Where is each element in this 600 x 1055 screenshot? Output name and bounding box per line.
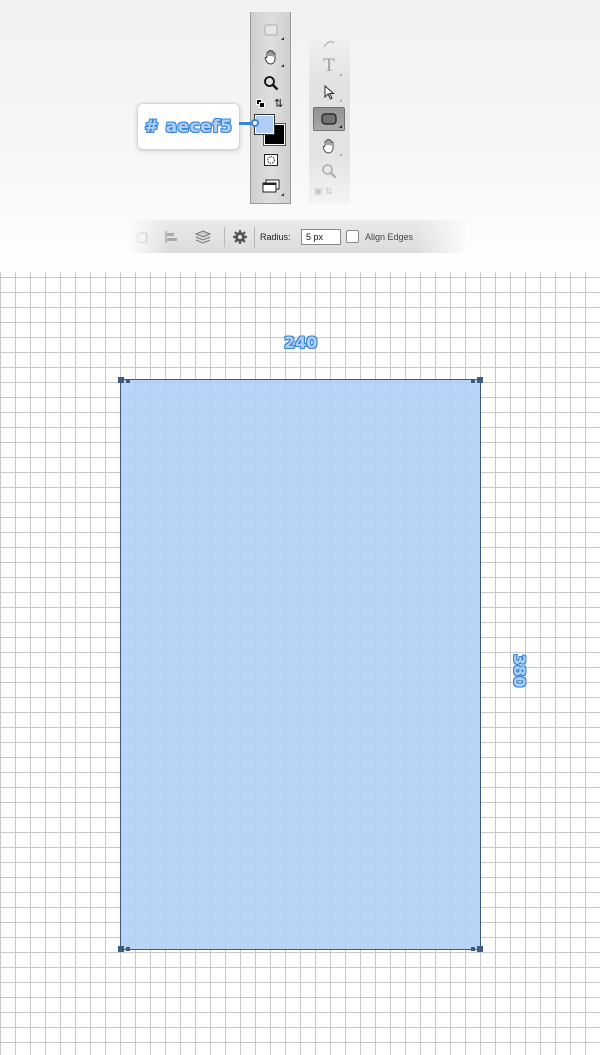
radius-label: Radius: [260,232,291,242]
type-tool-icon[interactable]: T [318,56,342,76]
path-operations-icon[interactable]: ▢ [136,220,148,254]
anchor-point[interactable] [126,379,130,383]
anchor-point[interactable] [118,946,124,952]
path-selection-tool-icon[interactable] [318,82,342,102]
tools-panel: ⇅ [250,12,291,204]
align-edges-checkbox[interactable] [346,230,359,243]
hand-tool-icon[interactable] [260,47,284,67]
anchor-point[interactable] [477,377,483,383]
anchor-point[interactable] [471,947,475,951]
radius-input[interactable]: 5 px [301,229,341,245]
screen-mode-icon[interactable] [260,176,284,196]
quick-mask-icon[interactable] [260,150,282,170]
path-alignment-icon[interactable] [164,220,178,254]
faded-tools-panel: T ▣ ⇅ [309,34,350,204]
gear-icon[interactable] [232,220,248,254]
rectangle-tool-icon[interactable] [260,20,284,40]
callout-connector-dot [251,119,259,127]
toolbar-area: ⇅ T ▣ ⇅ # aecef5 ▢ Radius: 5 px Align Ed… [0,0,600,272]
rounded-rectangle-tool-icon[interactable] [313,107,345,131]
rounded-rectangle-shape[interactable] [118,377,483,952]
pen-tool-icon[interactable] [318,34,340,54]
shape-width-label: 240 [284,333,318,352]
anchor-point[interactable] [471,379,475,383]
options-separator [254,227,255,247]
faded-color-icons: ▣ ⇅ [314,186,333,196]
align-edges-label: Align Edges [365,232,414,242]
swap-colors-icon[interactable]: ⇅ [274,97,283,110]
anchor-point[interactable] [126,947,130,951]
anchor-point[interactable] [118,377,124,383]
zoom-tool-icon[interactable] [260,73,282,93]
path-arrangement-icon[interactable] [194,220,212,254]
default-colors-icon[interactable] [256,99,266,109]
zoom-tool-secondary-icon[interactable] [318,161,340,181]
anchor-point[interactable] [477,946,483,952]
document-canvas[interactable]: 240 380 [0,272,600,1055]
color-code-label: # aecef5 [144,116,233,137]
shape-height-label: 380 [510,654,529,688]
options-separator [224,227,225,247]
hand-tool-secondary-icon[interactable] [318,136,342,156]
color-code-callout: # aecef5 [137,103,240,150]
options-bar: ▢ Radius: 5 px Align Edges [128,219,468,253]
